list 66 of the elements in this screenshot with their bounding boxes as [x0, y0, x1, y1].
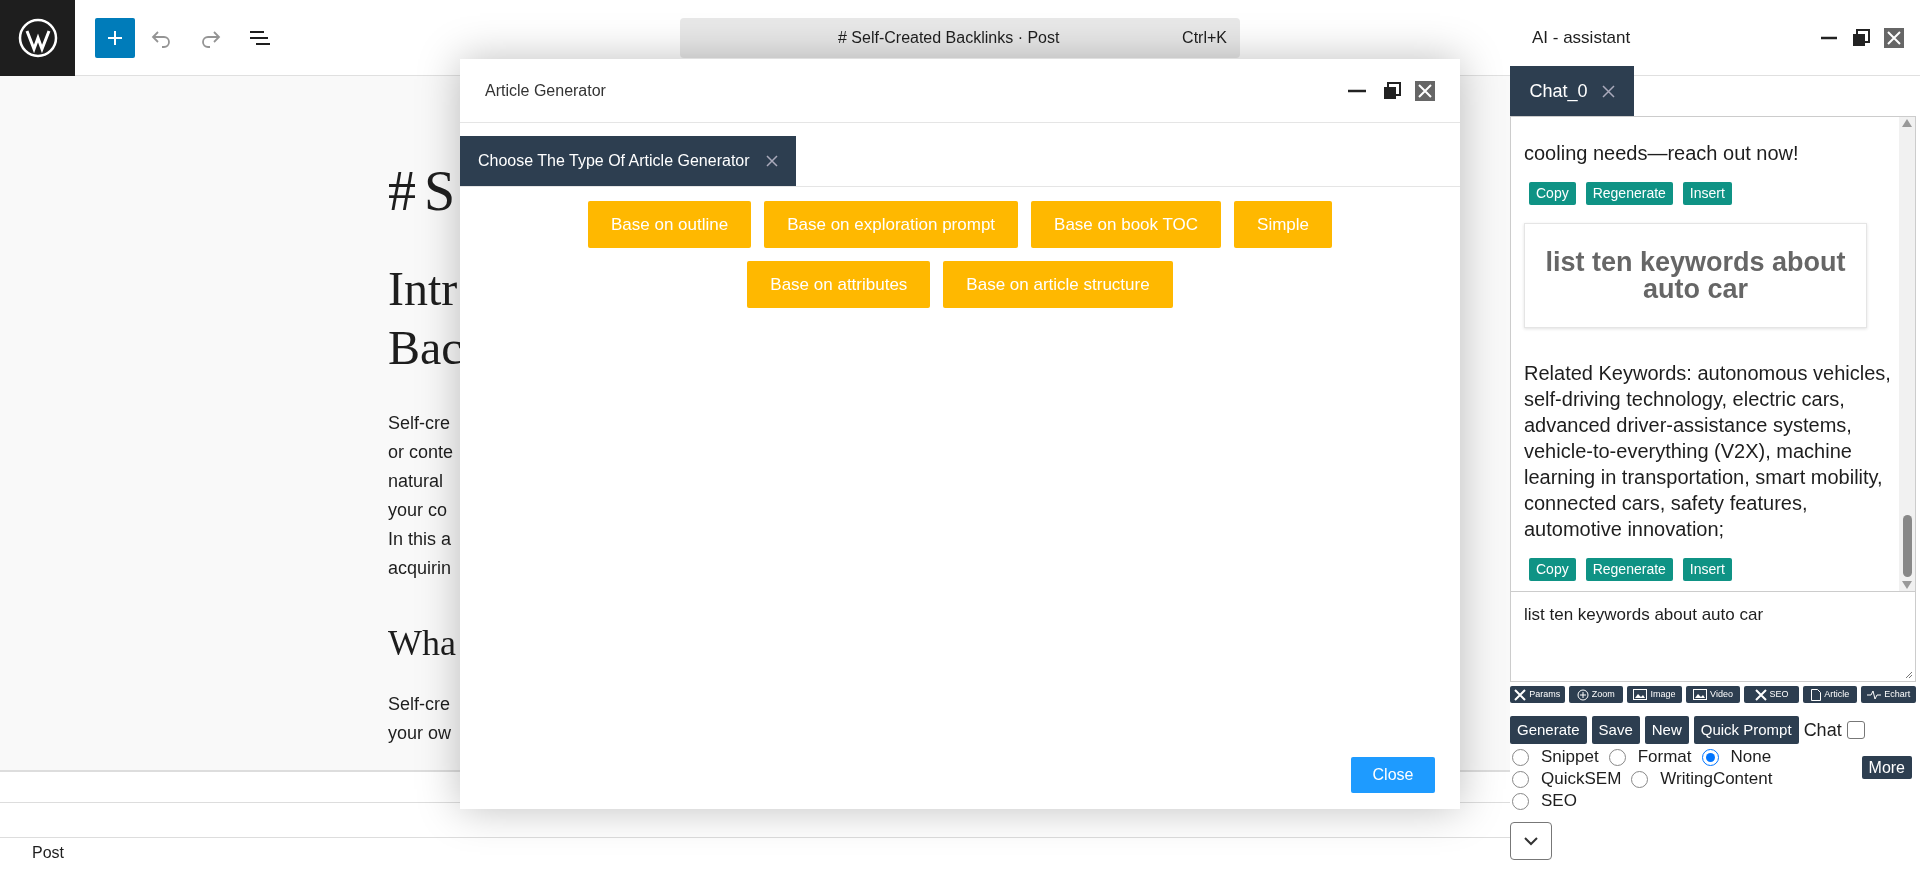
action-button[interactable]: Insert: [1682, 558, 1732, 581]
response-text: Related Keywords: autonomous vehicles, self-driving technology, electric cars, advanced driver-assistance systems, vehicle-to-everything (V2X), machine learning in transportation, smart mobility, connected cars, safety features, automotive innovation;: [1524, 361, 1891, 542]
action-button[interactable]: Generate: [1510, 716, 1587, 744]
action-button[interactable]: New: [1644, 716, 1689, 744]
action-button[interactable]: Save: [1591, 716, 1640, 744]
action-button[interactable]: Quick Prompt: [1693, 716, 1799, 744]
document-icon: [1811, 688, 1822, 701]
radio-label: Format: [1637, 746, 1692, 768]
keyboard-shortcut: Ctrl+K: [1182, 28, 1227, 48]
radio-button[interactable]: [1608, 748, 1626, 766]
prompt-card: list ten keywords about auto car: [1524, 223, 1867, 328]
action-button[interactable]: Regenerate: [1585, 558, 1673, 581]
scrollbar[interactable]: [1899, 117, 1915, 591]
image-icon: [1633, 689, 1648, 700]
close-icon[interactable]: [1415, 80, 1435, 101]
plus-icon: [106, 28, 124, 47]
tool-button[interactable]: Params: [1510, 686, 1565, 703]
radio-button[interactable]: [1631, 770, 1649, 788]
pulse-icon: [1867, 689, 1882, 700]
chevron-down-icon: [1524, 836, 1538, 846]
restore-icon[interactable]: [1383, 81, 1401, 100]
resize-handle-icon[interactable]: [1905, 671, 1913, 679]
document-title: # Self-Created Backlinks · Post: [838, 28, 1060, 48]
chat-checkbox[interactable]: [1846, 721, 1865, 739]
response-text: cooling needs—reach out now!: [1524, 141, 1800, 166]
tool-button[interactable]: Echart: [1861, 686, 1917, 703]
action-button[interactable]: Copy: [1529, 182, 1576, 205]
restore-icon[interactable]: [1852, 28, 1870, 47]
tool-button[interactable]: Image: [1627, 686, 1682, 703]
plus-circle-icon: [1576, 688, 1589, 701]
wordpress-logo-icon[interactable]: [0, 0, 75, 76]
radio-button[interactable]: [1512, 770, 1529, 788]
add-block-button[interactable]: [95, 17, 135, 58]
radio-label: SEO: [1541, 790, 1577, 812]
dialog-tab[interactable]: Choose The Type Of Article Generator: [460, 136, 796, 186]
chat-label: Chat: [1803, 718, 1842, 742]
post-title[interactable]: # S: [388, 153, 453, 229]
tool-button[interactable]: Article: [1802, 686, 1858, 703]
scroll-thumb[interactable]: [1902, 515, 1912, 577]
radio-label: WritingContent: [1660, 768, 1773, 790]
dialog-title: Article Generator: [485, 80, 606, 101]
tool-button[interactable]: Video: [1685, 686, 1741, 703]
action-button[interactable]: Insert: [1682, 182, 1732, 205]
close-icon[interactable]: [765, 155, 778, 167]
tool-button[interactable]: Zoom: [1568, 686, 1624, 703]
radio-button[interactable]: [1701, 748, 1719, 766]
radio-label: Snippet: [1541, 746, 1599, 768]
prompt-input[interactable]: list ten keywords about auto car: [1510, 592, 1916, 682]
panel-title: AI - assistant: [1532, 26, 1631, 49]
more-button[interactable]: More: [1861, 756, 1912, 779]
close-icon[interactable]: [1884, 27, 1904, 48]
scroll-up-icon[interactable]: [1902, 119, 1912, 127]
dropdown-button[interactable]: [1510, 822, 1552, 860]
radio-button[interactable]: [1512, 748, 1529, 766]
radio-button[interactable]: [1512, 792, 1529, 810]
tool-button[interactable]: SEO: [1744, 686, 1799, 703]
breadcrumb[interactable]: Post: [32, 841, 64, 865]
action-button[interactable]: Regenerate: [1585, 182, 1673, 205]
radio-label: QuickSEM: [1541, 768, 1622, 790]
scroll-down-icon[interactable]: [1902, 581, 1912, 589]
image-icon: [1693, 689, 1708, 700]
radio-label: None: [1730, 746, 1772, 768]
close-icon[interactable]: [1601, 84, 1615, 98]
chat-tab[interactable]: Chat_0: [1510, 66, 1634, 116]
action-button[interactable]: Copy: [1529, 558, 1576, 581]
command-bar[interactable]: # Self-Created Backlinks · Post Ctrl+K: [680, 18, 1240, 58]
